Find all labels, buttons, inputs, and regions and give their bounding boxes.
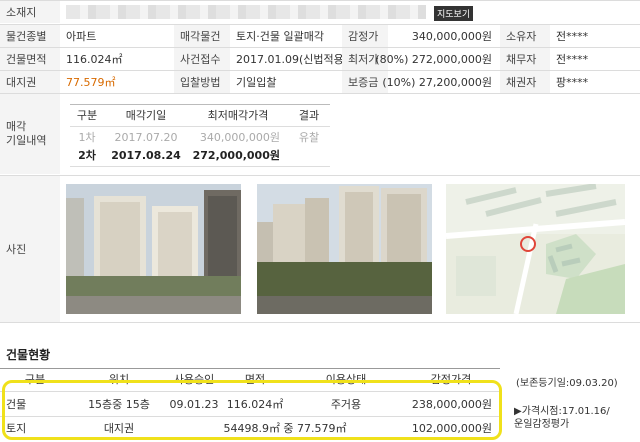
sale-row2-result xyxy=(288,146,330,164)
sale-row2-price: 272,000,000원 xyxy=(192,149,280,162)
value-appraisal: 340,000,000원 xyxy=(411,30,492,43)
bld-note-bottom: ▶가격시점:17.01.16/ 운일감정평가 xyxy=(514,406,610,430)
value-owner: 전**** xyxy=(556,30,589,43)
value-building-area: 116.024㎡ xyxy=(66,53,123,66)
label-sale-item: 매각물건 xyxy=(174,25,230,47)
label-building-area: 건물면적 xyxy=(0,48,60,70)
address-value-blurred xyxy=(66,5,426,19)
building-status-title: 건물현황 xyxy=(6,348,51,362)
sale-row2-round: 2차 xyxy=(78,149,96,162)
address-label: 소재지 xyxy=(0,1,60,23)
photo-apartment-1-image xyxy=(66,184,241,314)
value-deposit: (10%) 27,200,000원 xyxy=(382,76,492,89)
highlight-box xyxy=(2,380,502,440)
value-case-filed: 2017.01.09(신법적용) xyxy=(236,53,349,66)
label-case-filed: 사건접수 xyxy=(174,48,230,70)
label-land-right: 대지권 xyxy=(0,71,60,93)
value-min-price: (80%) 272,000,000원 xyxy=(375,53,492,66)
sale-col-result: 결과 xyxy=(298,109,320,122)
sale-row2-date: 2017.08.24 xyxy=(111,148,181,162)
label-creditor: 채권자 xyxy=(500,71,550,93)
sale-col-round: 구분 xyxy=(76,109,98,122)
value-sale-item: 토지·건물 일괄매각 xyxy=(236,30,324,43)
photo-apartment-1[interactable] xyxy=(66,184,241,314)
value-property-type: 아파트 xyxy=(66,30,97,43)
sale-row1-price: 340,000,000원 xyxy=(199,131,280,144)
map-button[interactable]: 지도보기 xyxy=(434,6,474,21)
label-bid-method: 입찰방법 xyxy=(174,71,230,93)
label-owner: 소유자 xyxy=(500,25,550,47)
sale-row1-date: 2017.07.20 xyxy=(114,130,178,144)
bld-note-top: (보존등기일:09.03.20) xyxy=(516,377,618,389)
value-bid-method: 기일입찰 xyxy=(236,76,277,89)
label-debtor: 채무자 xyxy=(500,48,550,70)
photo-map[interactable] xyxy=(446,184,625,314)
sale-col-price: 최저매각가격 xyxy=(207,109,269,122)
sale-row1-round: 1차 xyxy=(78,131,96,144)
sale-row1-result: 유찰 xyxy=(298,131,320,144)
sale-history-label: 매각 기일내역 xyxy=(0,94,60,174)
label-appraisal: 감정가 xyxy=(342,25,388,47)
map-image xyxy=(446,184,625,314)
value-creditor: 팡**** xyxy=(556,76,589,89)
sale-col-date: 매각기일 xyxy=(125,109,167,122)
label-deposit: 보증금 xyxy=(342,71,388,93)
photo-apartment-2[interactable] xyxy=(257,184,432,314)
photo-apartment-2-image xyxy=(257,184,432,314)
photos-label: 사진 xyxy=(0,176,60,322)
label-property-type: 물건종별 xyxy=(0,25,60,47)
value-debtor: 전**** xyxy=(556,53,589,66)
value-land-right: 77.579㎡ xyxy=(66,76,116,89)
